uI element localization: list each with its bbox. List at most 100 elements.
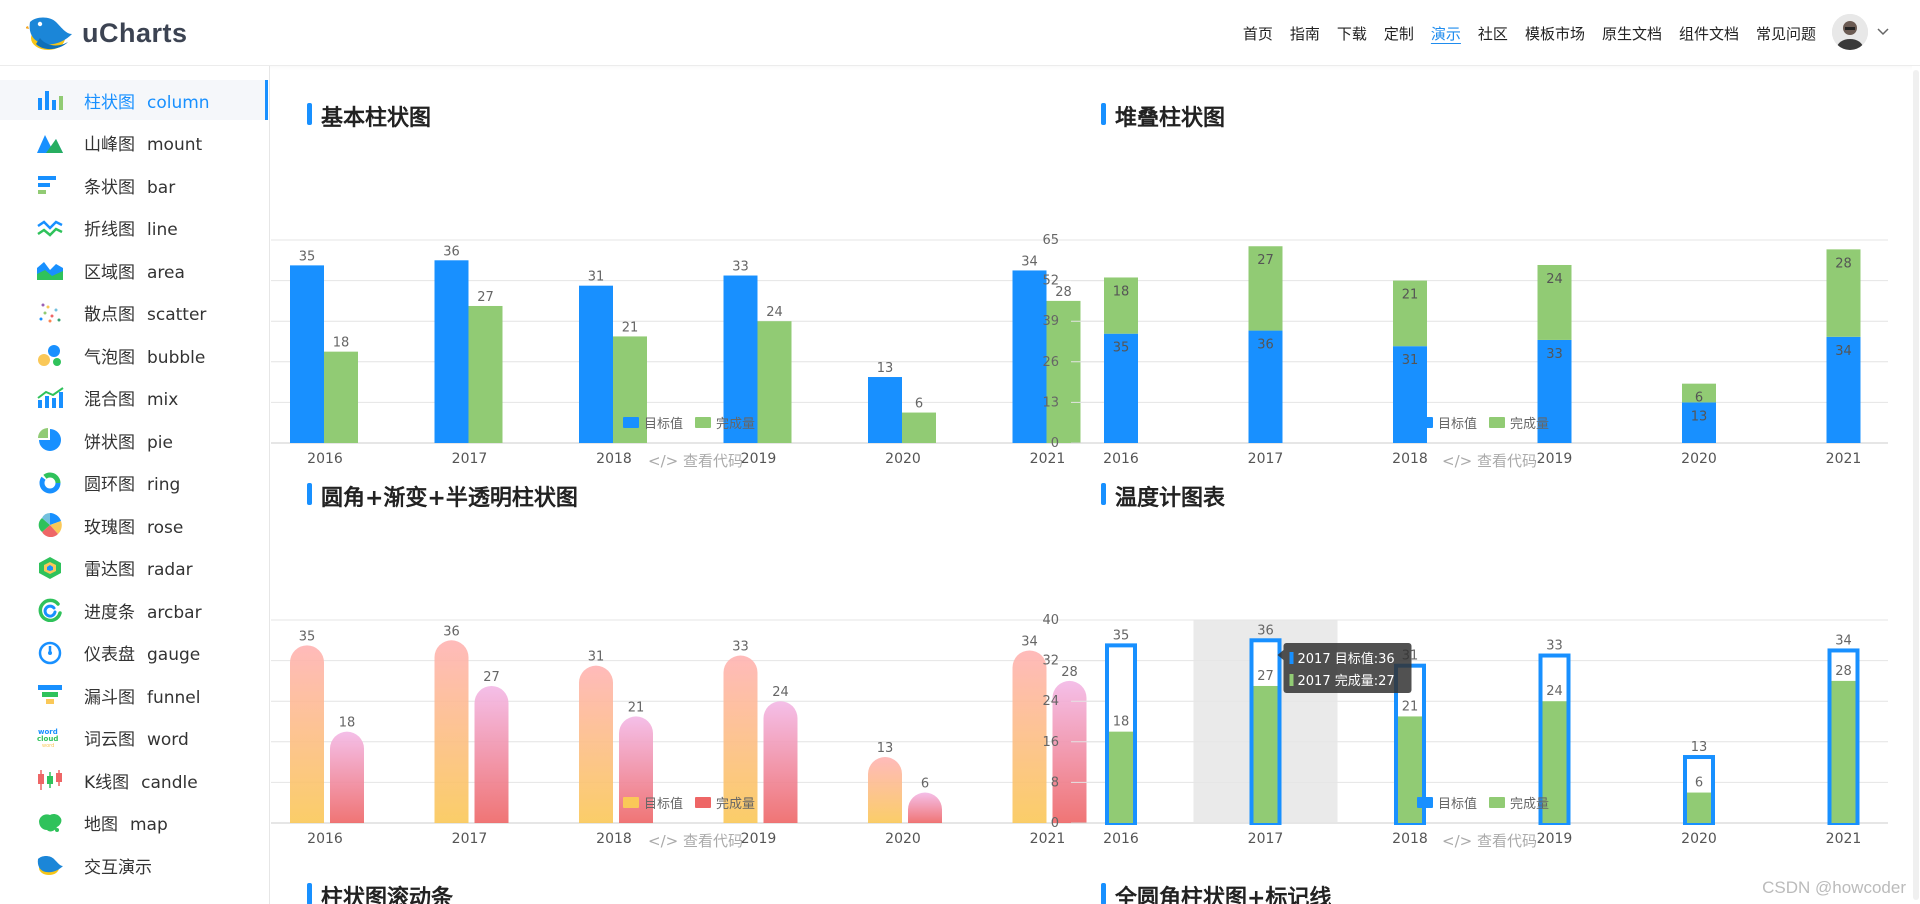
thermo-fill-2020[interactable]	[1687, 792, 1711, 823]
view-code-link-stacked[interactable]: </> 查看代码	[1442, 450, 1537, 471]
data-label: 6	[1695, 776, 1703, 791]
view-code-link-thermometer[interactable]: </> 查看代码	[1442, 830, 1537, 851]
sidebar-label-en: bubble	[147, 347, 206, 368]
nav-item-8[interactable]: 组件文档	[1679, 23, 1739, 44]
sidebar-item-area[interactable]: 区域图 area	[0, 250, 268, 290]
sidebar-label-cn: 漏斗图	[84, 687, 135, 708]
sidebar-label-cn: 玫瑰图	[84, 517, 135, 538]
sidebar-label-cn: 雷达图	[84, 560, 135, 580]
legend-label: 完成量	[716, 797, 756, 812]
nav-item-9[interactable]: 常见问题	[1756, 23, 1816, 44]
thermometer-chart[interactable]: 0816243240351820163627201731212018332420…	[271, 66, 1920, 847]
data-label: 21	[1402, 699, 1419, 714]
data-label: 33	[1546, 639, 1563, 654]
logo[interactable]: uCharts	[26, 12, 188, 54]
sidebar-item-funnel[interactable]: 漏斗图 funnel	[0, 675, 268, 715]
view-code-link-basic[interactable]: </> 查看代码	[648, 450, 743, 471]
legend-label: 目标值	[1438, 417, 1478, 432]
legend-item-target[interactable]: 目标值	[623, 413, 683, 432]
legend-item-done[interactable]: 完成量	[1489, 793, 1549, 812]
sidebar-label-en: arcbar	[147, 602, 202, 623]
sidebar-label-cn: 混合图	[84, 390, 135, 410]
sidebar-item-scatter[interactable]: 散点图 scatter	[0, 293, 268, 333]
area-icon	[37, 262, 63, 280]
thermo-fill-2017[interactable]	[1253, 685, 1278, 823]
thermo-fill-2021[interactable]	[1831, 680, 1856, 823]
rounded-bar-2020-1[interactable]	[908, 792, 942, 823]
sidebar-label-en: candle	[141, 772, 198, 793]
bar-icon	[38, 176, 56, 194]
sidebar-label-cn: 圆环图	[84, 475, 135, 495]
tooltip-swatch	[1289, 652, 1294, 664]
sidebar-label-en: gauge	[147, 645, 201, 665]
sidebar-item-map[interactable]: 地图 map	[0, 803, 268, 843]
legend-item-done[interactable]: 完成量	[1489, 413, 1549, 432]
legend-label: 目标值	[1438, 797, 1478, 812]
nav-item-7[interactable]: 原生文档	[1602, 23, 1662, 44]
sidebar-label-cn: 词云图	[84, 730, 135, 750]
nav-item-2[interactable]: 下载	[1337, 23, 1367, 44]
x-tick-label: 2017	[452, 831, 488, 847]
sidebar-item-label: 区域图 area	[84, 258, 185, 283]
chevron-down-icon[interactable]	[1876, 24, 1890, 38]
word-icon: wordcloudword	[37, 728, 58, 749]
sidebar-item-rose[interactable]: 玫瑰图 rose	[0, 505, 268, 545]
legend-item-target[interactable]: 目标值	[1417, 793, 1477, 812]
view-code-link-gradient[interactable]: </> 查看代码	[648, 830, 743, 851]
y-tick-label: 8	[1051, 775, 1059, 790]
sidebar-label-cn: 散点图	[84, 305, 135, 325]
legend-swatch	[1489, 417, 1506, 428]
nav-item-6[interactable]: 模板市场	[1525, 23, 1585, 44]
nav-item-3[interactable]: 定制	[1384, 23, 1414, 44]
svg-text:word: word	[42, 743, 54, 749]
logo-text: uCharts	[82, 17, 188, 48]
sidebar-item-label: 进度条 arcbar	[84, 598, 202, 623]
scrollbar-thumb[interactable]	[1913, 70, 1919, 900]
legend-item-target[interactable]: 目标值	[1417, 413, 1477, 432]
nav-item-4[interactable]: 演示	[1431, 23, 1461, 44]
legend-swatch	[623, 417, 639, 428]
ring-icon	[39, 472, 61, 493]
sidebar-label-cn: 交互演示	[84, 857, 152, 878]
main-content: 基本柱状图 堆叠柱状图 圆角+渐变+半透明柱状图 温度计图表 柱状图滚动条 全圆…	[271, 66, 1920, 904]
user-avatar[interactable]	[1832, 14, 1868, 50]
scrollbar[interactable]	[1912, 66, 1920, 904]
y-tick-label: 24	[1042, 694, 1059, 709]
sidebar-item-bubble[interactable]: 气泡图 bubble	[0, 335, 268, 375]
sidebar-item-bar[interactable]: 条状图 bar	[0, 165, 268, 205]
x-tick-label: 2020	[1681, 831, 1717, 847]
sidebar: 柱状图 column 山峰图 mount 条状图 bar 折线图 line 区域图 area 散点图…	[0, 66, 270, 904]
sidebar-item-interactive-demo[interactable]: 交互演示	[0, 845, 268, 885]
sidebar-item-label: 漏斗图 funnel	[84, 683, 201, 708]
sidebar-item-word[interactable]: word cloud word 词云图 word	[0, 718, 268, 758]
funnel-icon	[38, 685, 62, 704]
legend-thermometer: 目标值 完成量	[1417, 793, 1549, 812]
sidebar-item-arcbar[interactable]: 进度条 arcbar	[0, 590, 268, 630]
x-tick-label: 2019	[741, 831, 777, 847]
legend-item-target[interactable]: 目标值	[623, 793, 683, 812]
nav-item-5[interactable]: 社区	[1478, 23, 1508, 44]
sidebar-item-label: 地图 map	[84, 810, 168, 835]
sidebar-item-line[interactable]: 折线图 line	[0, 208, 268, 248]
sidebar-label-en: bar	[147, 177, 176, 198]
sidebar-label-cn: 仪表盘	[84, 645, 135, 665]
sidebar-item-gauge[interactable]: 仪表盘 gauge	[0, 633, 268, 673]
sidebar-item-column[interactable]: 柱状图 column	[0, 80, 268, 120]
legend-item-done[interactable]: 完成量	[695, 413, 755, 432]
nav-item-1[interactable]: 指南	[1290, 23, 1320, 44]
nav-item-0[interactable]: 首页	[1243, 23, 1273, 44]
sidebar-item-label: 仪表盘 gauge	[84, 640, 200, 665]
sidebar-item-mix[interactable]: 混合图 mix	[0, 378, 268, 418]
sidebar-item-pie[interactable]: 饼状图 pie	[0, 420, 268, 460]
thermo-fill-2016[interactable]	[1109, 731, 1133, 823]
data-label: 28	[1835, 664, 1852, 679]
x-tick-label: 2016	[307, 831, 343, 847]
sidebar-item-ring[interactable]: 圆环图 ring	[0, 463, 268, 503]
sidebar-item-mount[interactable]: 山峰图 mount	[0, 123, 268, 163]
sidebar-item-radar[interactable]: 雷达图 radar	[0, 548, 268, 588]
sidebar-item-candle[interactable]: K线图 candle	[0, 760, 268, 800]
line-icon	[37, 219, 63, 237]
legend-item-done[interactable]: 完成量	[695, 793, 755, 812]
bird-icon	[37, 856, 63, 875]
sidebar-label-cn: 进度条	[84, 602, 135, 623]
